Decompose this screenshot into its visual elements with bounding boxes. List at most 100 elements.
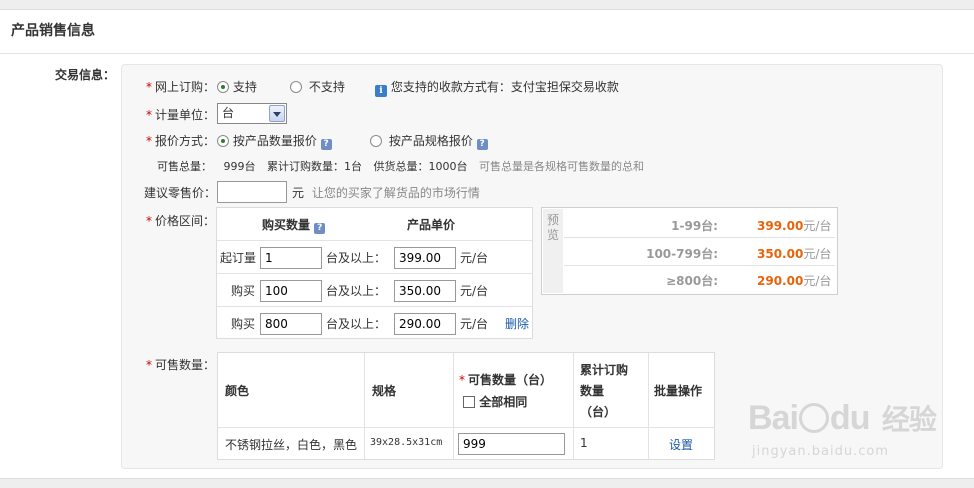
tier-price-input[interactable] <box>394 313 456 335</box>
quote-by-spec-option[interactable]: 按产品规格报价 ? <box>370 132 488 150</box>
chevron-down-icon[interactable] <box>269 105 285 122</box>
col-qty: 可售数量（台） <box>468 373 553 387</box>
tier-suffix: 台及以上： <box>326 317 387 331</box>
cell-color: 不锈钢拉丝，白色，黑色 <box>225 438 358 452</box>
payment-info-text: 您支持的收款方式有：支付宝担保交易收款 <box>390 80 619 94</box>
preview-tag-text: 预览 <box>547 213 560 242</box>
col-ordered: 累计订购 数量 （台） <box>580 360 628 423</box>
retail-hint: 让您的买家了解货品的市场行情 <box>311 186 480 200</box>
unit-select-value: 台 <box>222 106 235 120</box>
radio-by-spec[interactable] <box>370 135 382 147</box>
required-mark: * <box>146 214 152 228</box>
supply-label: 供货总量： <box>373 160 429 173</box>
col-spec: 规格 <box>372 384 397 398</box>
required-mark: * <box>459 373 465 387</box>
tier-suffix: 台及以上： <box>326 284 387 298</box>
sellable-row: * 可售数量： <box>146 356 215 373</box>
page-title: 产品销售信息 <box>11 23 95 39</box>
radio-not-support[interactable] <box>290 81 302 93</box>
tier-qty-input[interactable] <box>260 247 322 269</box>
tier-prefix: 购买 <box>231 284 256 298</box>
col-ordered-line2: 数量 <box>580 384 605 398</box>
quote-row: * 报价方式： <box>146 132 215 149</box>
cell-spec: 39x28.5x31cm <box>370 437 443 448</box>
tier-unit: 元/台 <box>460 284 489 298</box>
all-same-label: 全部相同 <box>479 395 528 409</box>
radio-not-support-label: 不支持 <box>308 80 345 94</box>
required-mark: * <box>146 134 152 148</box>
tier-price-input[interactable] <box>394 247 456 269</box>
info-icon: i <box>375 85 387 97</box>
stats-hint: 可售总量是各规格可售数量的总和 <box>479 160 644 173</box>
tier-unit: 元/台 <box>460 251 489 265</box>
price-range-label: 价格区间： <box>155 214 216 228</box>
preview-price: 290.00 <box>757 274 804 288</box>
col-ordered-line1: 累计订购 <box>580 363 629 377</box>
preview-price-row: 290.00元/台 <box>757 272 831 289</box>
tier-unit: 元/台 <box>460 317 489 331</box>
quote-label: 报价方式： <box>155 134 216 148</box>
retail-unit-row: 元 让您的买家了解货品的市场行情 <box>292 184 480 201</box>
preview-price-row: 350.00元/台 <box>757 245 831 262</box>
price-range-header-qty: 购买数量 ? <box>262 216 326 234</box>
supply-value: 1000台 <box>428 160 468 173</box>
tier-suffix: 台及以上： <box>326 251 387 265</box>
delete-tier-link[interactable]: 删除 <box>505 315 529 332</box>
col-batch: 批量操作 <box>654 384 703 398</box>
col-color: 颜色 <box>225 384 250 398</box>
preview-range: ≥800台: <box>666 274 718 288</box>
help-icon[interactable]: ? <box>314 223 326 234</box>
cell-ordered: 1 <box>580 436 588 450</box>
ordered-label: 累计订购数量： <box>267 160 344 173</box>
paw-icon <box>798 403 829 433</box>
radio-support[interactable] <box>217 81 229 93</box>
baidu-watermark: Bai du 经验 jingyan.baidu.com <box>748 380 948 475</box>
unit-row: * 计量单位： <box>146 106 215 123</box>
preview-unit: 元/台 <box>803 219 832 233</box>
online-order-label: 网上订购： <box>155 80 216 94</box>
total-value: 999台 <box>223 160 256 173</box>
online-order-support-option[interactable]: 支持 <box>217 78 257 95</box>
help-icon[interactable]: ? <box>476 139 488 150</box>
required-mark: * <box>146 80 152 94</box>
checkbox-icon[interactable] <box>463 396 475 408</box>
radio-support-label: 支持 <box>232 80 257 94</box>
tier-qty-input[interactable] <box>260 313 322 335</box>
tier-prefix: 起订量 <box>220 251 257 265</box>
required-mark: * <box>146 108 152 122</box>
preview-tag: 预览 <box>543 209 563 293</box>
total-label: 可售总量： <box>157 160 212 173</box>
preview-price: 399.00 <box>757 219 804 233</box>
preview-price: 350.00 <box>757 247 804 261</box>
watermark-url: jingyan.baidu.com <box>752 444 889 459</box>
top-strip <box>0 0 974 10</box>
radio-by-qty[interactable] <box>217 135 229 147</box>
tier-qty-input[interactable] <box>260 280 322 302</box>
bottom-strip <box>0 478 974 488</box>
all-same-option[interactable]: 全部相同 <box>463 393 527 410</box>
retail-price-input[interactable] <box>217 181 287 203</box>
help-icon[interactable]: ? <box>320 139 332 150</box>
sellable-qty-input[interactable] <box>458 433 565 455</box>
unit-label: 计量单位： <box>155 108 216 122</box>
unit-select[interactable]: 台 <box>217 103 287 124</box>
quote-by-qty-label: 按产品数量报价 <box>232 134 317 148</box>
price-range-row: * 价格区间： <box>146 212 215 229</box>
tier-prefix: 购买 <box>231 317 256 331</box>
tier-price-input[interactable] <box>394 280 456 302</box>
required-mark: * <box>146 358 152 372</box>
preview-range: 100-799台: <box>646 247 718 261</box>
batch-set-link[interactable]: 设置 <box>669 436 693 453</box>
online-order-row: * 网上订购： <box>146 78 215 95</box>
payment-info: i 您支持的收款方式有：支付宝担保交易收款 <box>375 78 619 97</box>
online-order-not-support-option[interactable]: 不支持 <box>290 78 345 95</box>
price-range-header-price: 产品单价 <box>407 218 456 232</box>
watermark-brand: Bai <box>748 399 799 437</box>
stats-row: 可售总量： 999台 累计订购数量：1台 供货总量：1000台 可售总量是各规格… <box>157 158 644 174</box>
ordered-value: 1台 <box>344 160 362 173</box>
retail-unit: 元 <box>292 186 305 200</box>
col-qty-label: 购买数量 <box>262 218 311 232</box>
quote-by-qty-option[interactable]: 按产品数量报价 ? <box>217 132 332 150</box>
preview-range: 1-99台: <box>671 219 718 233</box>
sellable-label: 可售数量： <box>155 358 216 372</box>
